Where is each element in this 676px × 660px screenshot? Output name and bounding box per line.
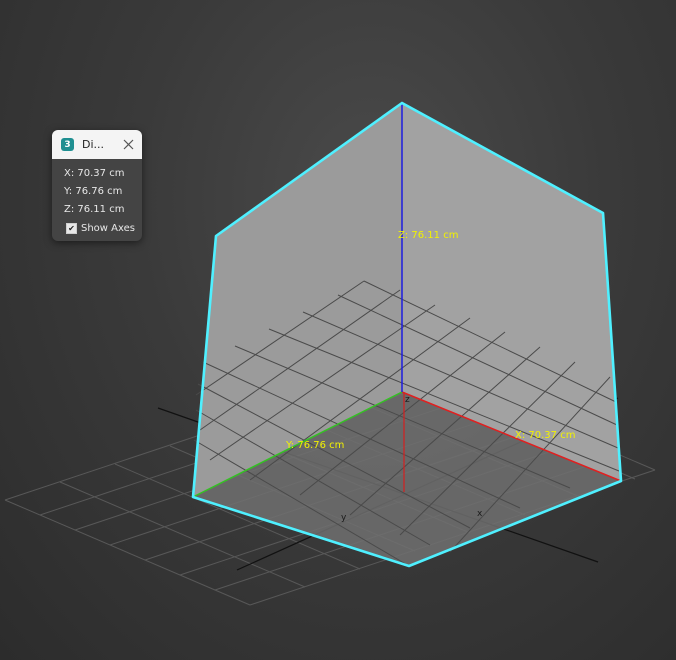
checkmark-icon: ✔ [68, 223, 75, 233]
z-readout: Z: 76.11 cm [64, 204, 125, 215]
axis-tick-y: y [341, 513, 347, 523]
app-logo-icon: 3 [61, 138, 74, 151]
close-icon [123, 139, 133, 149]
axis-tick-z: z [405, 395, 410, 405]
x-dimension-label: X: 70.37 cm [515, 430, 575, 441]
show-axes-label: Show Axes [81, 222, 135, 234]
panel-titlebar[interactable]: 3 Di... [52, 130, 142, 159]
x-readout: X: 70.37 cm [64, 168, 125, 179]
viewport-canvas[interactable]: z y x Z: 76.11 cm Y: 76.76 cm X: 70.37 c… [0, 0, 676, 660]
y-readout: Y: 76.76 cm [64, 186, 123, 197]
show-axes-checkbox[interactable]: ✔ [66, 222, 77, 234]
panel-title: Di... [82, 138, 105, 151]
dimensions-panel[interactable]: 3 Di... X: 70.37 cm Y: 76.76 cm Z: 76.11… [52, 130, 142, 241]
show-axes-toggle[interactable]: ✔ Show Axes [66, 219, 142, 237]
y-dimension-label: Y: 76.76 cm [285, 440, 344, 451]
z-dimension-label: Z: 76.11 cm [398, 230, 458, 241]
close-button[interactable] [120, 136, 136, 152]
axis-tick-x: x [477, 509, 483, 519]
